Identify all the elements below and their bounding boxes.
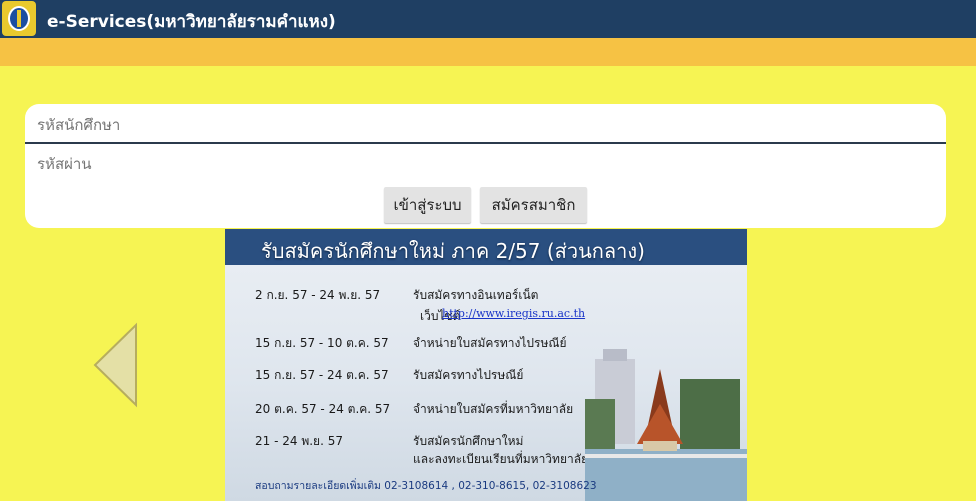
app-title: e-Services(มหาวิทยาลัยรามคำแหง) xyxy=(47,12,336,32)
student-id-input[interactable] xyxy=(25,108,946,144)
admission-banner[interactable]: รับสมัครนักศึกษาใหม่ ภาค 2/57 (ส่วนกลาง)… xyxy=(225,229,747,501)
contact-info: สอบถามรายละเอียดเพิ่มเติม 02-3108614 , 0… xyxy=(255,480,597,492)
register-button[interactable]: สมัครสมาชิก xyxy=(480,187,587,223)
university-logo-icon xyxy=(2,1,36,36)
schedule-row-continued: และลงทะเบียนเรียนที่มหาวิทยาลัย xyxy=(413,452,589,466)
banner-title: รับสมัครนักศึกษาใหม่ ภาค 2/57 (ส่วนกลาง) xyxy=(261,239,645,263)
app-header: e-Services(มหาวิทยาลัยรามคำแหง) xyxy=(0,0,976,38)
left-triangle-arrow-icon[interactable] xyxy=(92,322,140,408)
website-link[interactable]: http://www.iregis.ru.ac.th xyxy=(442,307,585,320)
login-form: เข้าสู่ระบบ สมัครสมาชิก xyxy=(25,104,946,228)
header-band xyxy=(0,38,976,66)
campus-temple-image xyxy=(585,349,747,501)
password-input[interactable] xyxy=(25,146,946,182)
login-button[interactable]: เข้าสู่ระบบ xyxy=(384,187,471,223)
